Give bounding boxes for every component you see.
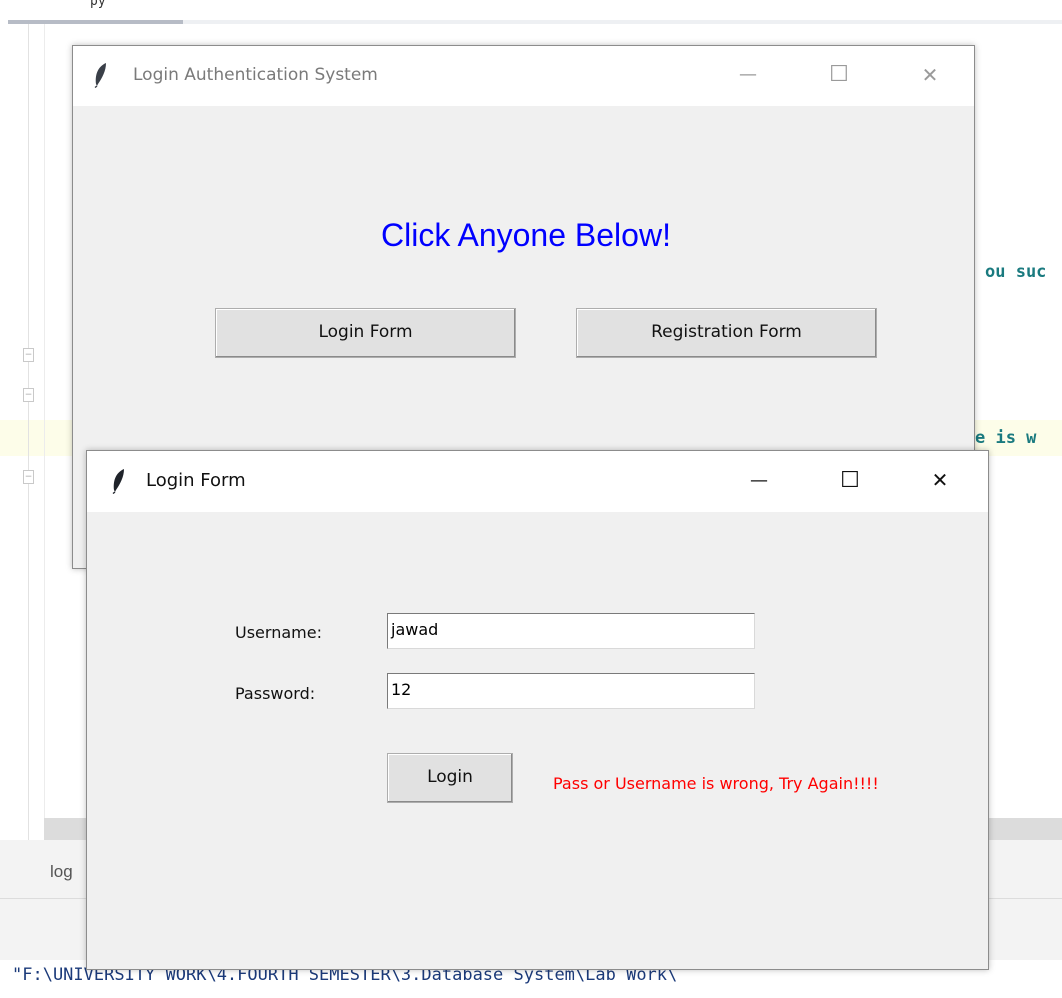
login-form-button[interactable]: Login Form	[215, 308, 516, 358]
login-button[interactable]: Login	[387, 753, 513, 803]
feather-icon	[112, 469, 124, 494]
username-label: Username:	[235, 623, 322, 642]
ide-gutter-line	[28, 24, 29, 844]
main-window-title: Login Authentication System	[133, 65, 378, 85]
registration-form-button[interactable]: Registration Form	[576, 308, 877, 358]
minimize-button[interactable]: —	[725, 46, 771, 106]
ide-gutter-line	[44, 24, 45, 844]
maximize-button[interactable]: ☐	[816, 46, 862, 106]
ide-code-fragment: ou suc	[985, 262, 1047, 282]
close-button[interactable]: ✕	[907, 46, 953, 106]
ide-tab-strip	[183, 20, 1062, 24]
ide-tab-label[interactable]: py	[90, 0, 106, 9]
ide-code-fragment: e is w	[975, 428, 1037, 448]
main-window-titlebar[interactable]: Login Authentication System — ☐ ✕	[73, 46, 974, 106]
password-label: Password:	[235, 684, 316, 703]
close-button[interactable]: ✕	[917, 451, 963, 512]
fold-icon[interactable]: −	[23, 388, 34, 402]
maximize-button[interactable]: ☐	[827, 451, 873, 512]
login-window: Login Form — ☐ ✕ Username: jawad Passwor…	[86, 450, 989, 970]
ide-top-area	[0, 0, 1062, 12]
login-window-title: Login Form	[146, 470, 246, 491]
minimize-button[interactable]: —	[736, 451, 782, 512]
ide-panel-tab[interactable]: log	[50, 862, 73, 882]
fold-icon[interactable]: −	[23, 348, 34, 362]
main-heading: Click Anyone Below!	[381, 217, 671, 253]
fold-icon[interactable]: −	[23, 470, 34, 484]
error-message: Pass or Username is wrong, Try Again!!!!	[553, 774, 879, 793]
feather-icon	[94, 63, 106, 88]
password-input[interactable]: 12	[387, 673, 755, 709]
username-input[interactable]: jawad	[387, 613, 755, 649]
ide-active-tab-indicator	[8, 20, 183, 24]
login-window-titlebar[interactable]: Login Form — ☐ ✕	[87, 451, 988, 512]
